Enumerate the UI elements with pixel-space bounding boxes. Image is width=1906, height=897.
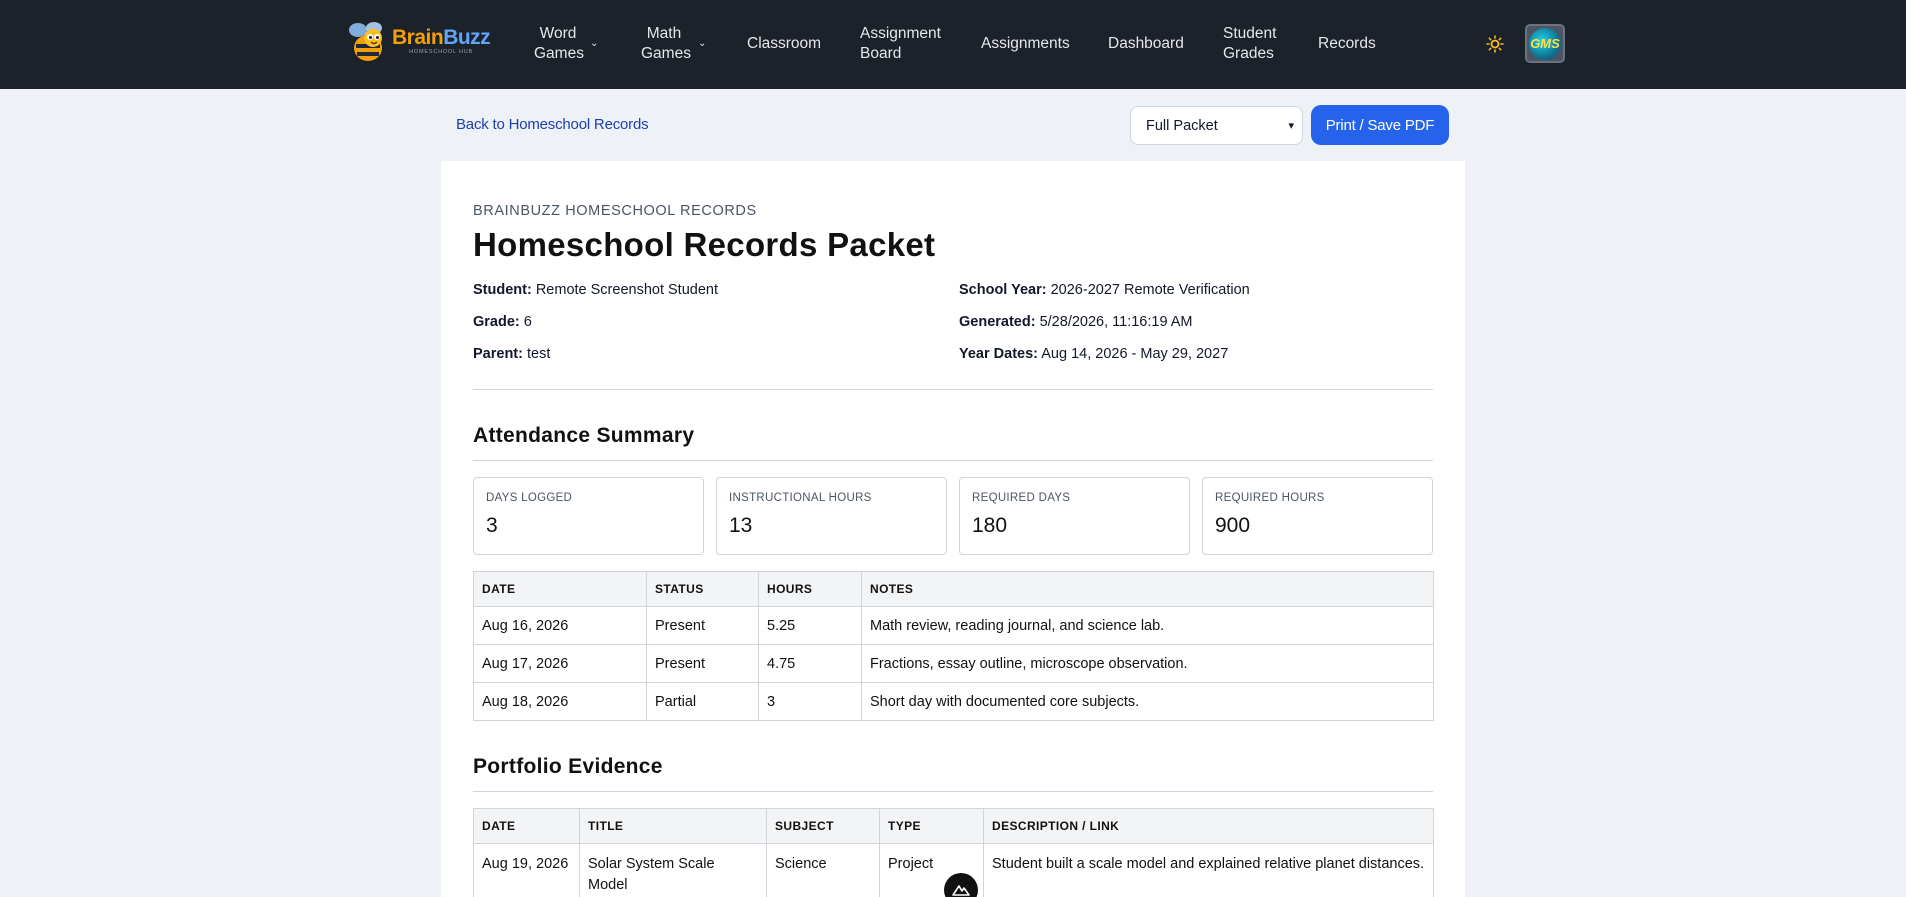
meta-year-dates: Year Dates: Aug 14, 2026 - May 29, 2027 [959, 346, 1229, 362]
table-cell: Aug 17, 2026 [473, 644, 647, 683]
attendance-summary-title: Attendance Summary [473, 424, 695, 447]
table-cell: 3 [758, 682, 862, 721]
table-cell: Short day with documented core subjects. [861, 682, 1434, 721]
table-cell: Aug 16, 2026 [473, 606, 647, 645]
table-cell: Partial [646, 682, 759, 721]
table-cell: Solar System Scale Model [579, 843, 767, 897]
divider [473, 460, 1433, 461]
column-header: DATE [473, 571, 647, 607]
table-cell: 4.75 [758, 644, 862, 683]
packet-eyebrow: BRAINBUZZ HOMESCHOOL RECORDS [473, 203, 757, 219]
meta-student: Student: Remote Screenshot Student [473, 282, 718, 298]
user-avatar[interactable]: GMS [1525, 24, 1565, 63]
brand-name: BrainBuzz [392, 25, 491, 49]
table-header-row: DATE TITLE SUBJECT TYPE DESCRIPTION / LI… [473, 808, 1434, 844]
print-save-pdf-button[interactable]: Print / Save PDF [1311, 105, 1449, 145]
back-to-records-link[interactable]: Back to Homeschool Records [456, 116, 649, 133]
packet-type-select[interactable]: Full Packet ▾ [1130, 106, 1303, 145]
meta-school-year: School Year: 2026-2027 Remote Verificati… [959, 282, 1250, 298]
top-navbar: BrainBuzz HOMESCHOOL HUB Word Games ⌄ Ma… [0, 0, 1906, 89]
stat-required-hours: REQUIRED HOURS 900 [1202, 477, 1433, 555]
table-cell: Aug 19, 2026 [473, 843, 580, 897]
column-header: HOURS [758, 571, 862, 607]
table-cell: Fractions, essay outline, microscope obs… [861, 644, 1434, 683]
meta-parent: Parent: test [473, 346, 551, 362]
math-games-chevron-icon: ⌄ [698, 38, 707, 49]
table-cell: Science [766, 843, 880, 897]
brainbuzz-logo[interactable]: BrainBuzz HOMESCHOOL HUB [346, 17, 491, 65]
nav-math-games[interactable]: Math Games [641, 24, 691, 64]
records-packet: BRAINBUZZ HOMESCHOOL RECORDS Homeschool … [441, 161, 1465, 897]
table-cell: Present [646, 606, 759, 645]
column-header: TYPE [879, 808, 984, 844]
sun-theme-toggle-icon[interactable] [1485, 34, 1505, 54]
nav-records[interactable]: Records [1318, 34, 1376, 54]
column-header: STATUS [646, 571, 759, 607]
avatar-initials: GMS [1529, 27, 1561, 60]
table-row: Aug 17, 2026 Present 4.75 Fractions, ess… [473, 644, 1434, 683]
meta-generated: Generated: 5/28/2026, 11:16:19 AM [959, 314, 1193, 330]
nav-classroom[interactable]: Classroom [747, 34, 821, 54]
table-row: Aug 16, 2026 Present 5.25 Math review, r… [473, 606, 1434, 645]
column-header: TITLE [579, 808, 767, 844]
table-cell: Math review, reading journal, and scienc… [861, 606, 1434, 645]
divider [473, 791, 1433, 792]
table-header-row: DATE STATUS HOURS NOTES [473, 571, 1434, 607]
stat-days-logged: DAYS LOGGED 3 [473, 477, 704, 555]
meta-grade: Grade: 6 [473, 314, 532, 330]
divider [473, 389, 1433, 390]
word-games-chevron-icon: ⌄ [590, 38, 599, 49]
nav-assignment-board[interactable]: Assignment Board [860, 24, 942, 64]
nav-word-games[interactable]: Word Games [534, 24, 584, 64]
nav-student-grades[interactable]: Student Grades [1223, 24, 1279, 64]
column-header: DESCRIPTION / LINK [983, 808, 1434, 844]
column-header: SUBJECT [766, 808, 880, 844]
packet-select-value: Full Packet [1146, 117, 1218, 134]
nav-dashboard[interactable]: Dashboard [1108, 34, 1184, 54]
portfolio-evidence-title: Portfolio Evidence [473, 755, 663, 778]
table-cell: 5.25 [758, 606, 862, 645]
brand-tagline: HOMESCHOOL HUB [409, 48, 474, 55]
stat-instructional-hours: INSTRUCTIONAL HOURS 13 [716, 477, 947, 555]
stat-required-days: REQUIRED DAYS 180 [959, 477, 1190, 555]
column-header: NOTES [861, 571, 1434, 607]
nav-assignments[interactable]: Assignments [981, 34, 1070, 54]
attendance-table: DATE STATUS HOURS NOTES Aug 16, 2026 Pre… [473, 571, 1434, 721]
bee-mascot-icon [346, 18, 390, 64]
column-header: DATE [473, 808, 580, 844]
select-chevron-down-icon: ▾ [1288, 120, 1294, 132]
table-cell: Aug 18, 2026 [473, 682, 647, 721]
page-title: Homeschool Records Packet [473, 226, 936, 263]
table-row: Aug 18, 2026 Partial 3 Short day with do… [473, 682, 1434, 721]
table-cell: Student built a scale model and explaine… [983, 843, 1434, 897]
table-cell: Present [646, 644, 759, 683]
